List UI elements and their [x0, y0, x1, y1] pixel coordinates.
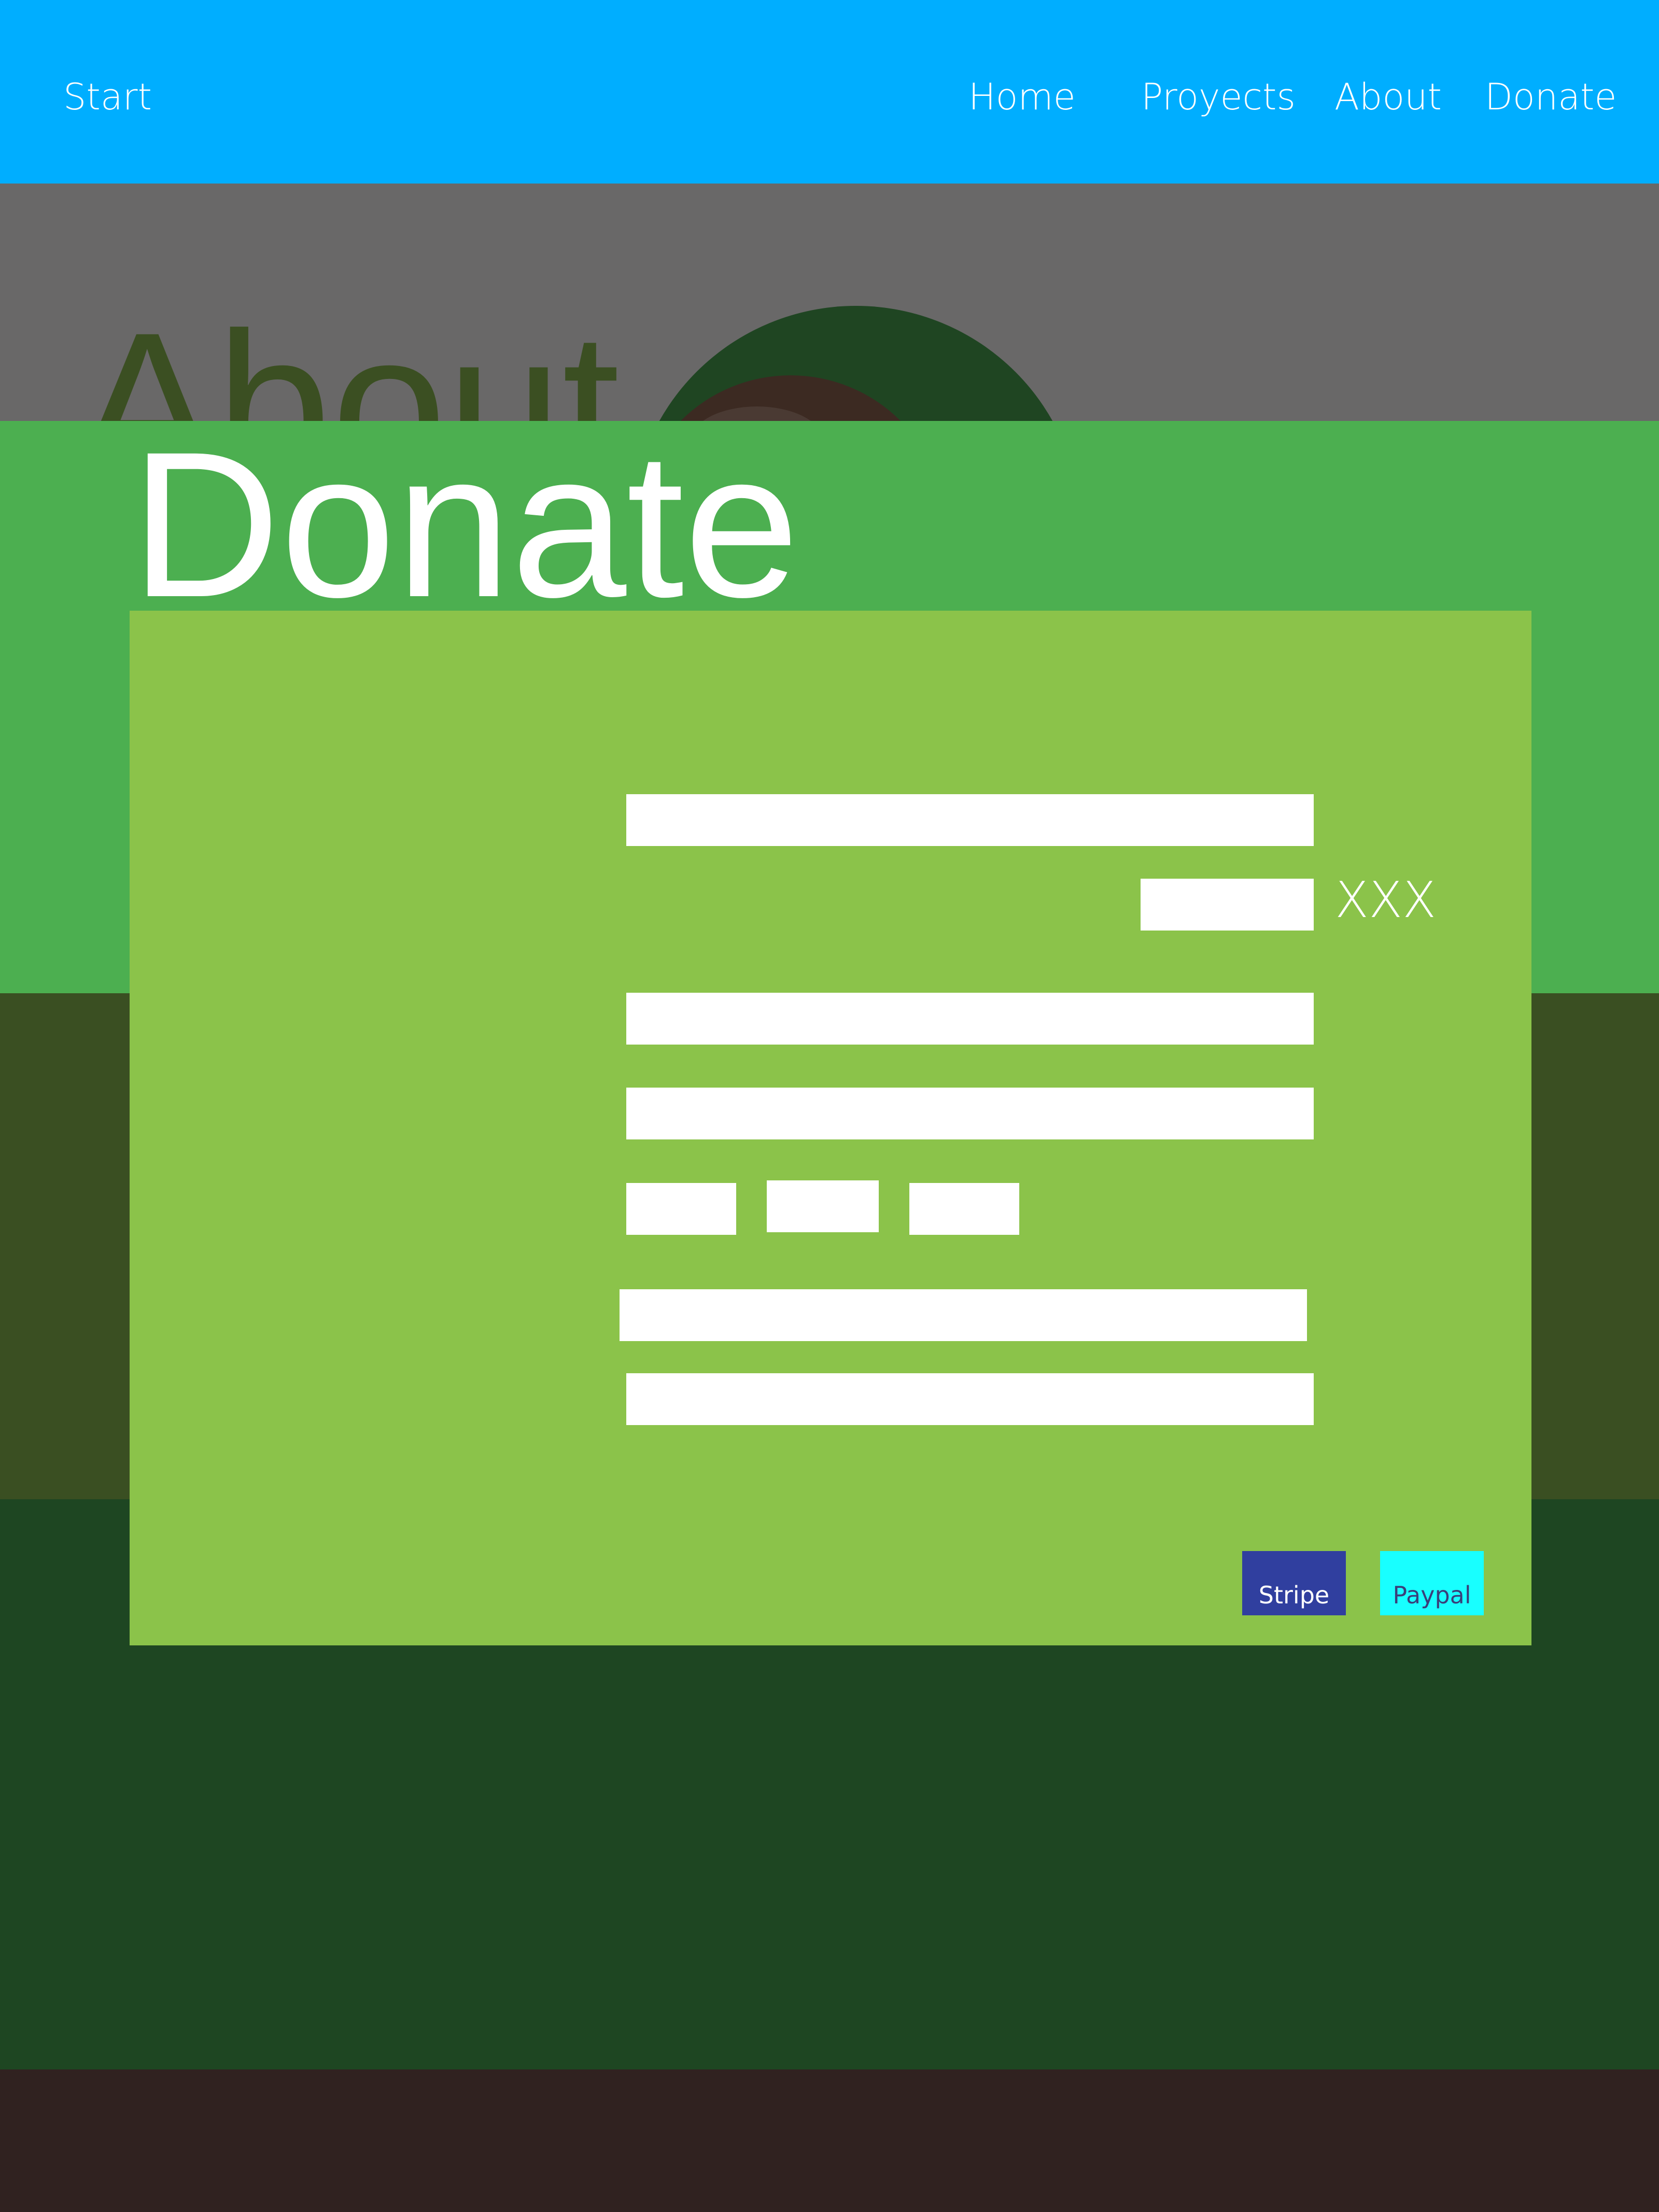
- donate-field-1[interactable]: [626, 794, 1314, 846]
- nav-link-about[interactable]: About: [1334, 79, 1442, 115]
- nav-brand-start[interactable]: Start: [63, 79, 152, 115]
- nav-link-proyects[interactable]: Proyects: [1141, 79, 1296, 115]
- donate-field-7[interactable]: [626, 1373, 1314, 1425]
- donate-heading: Donate: [131, 408, 799, 640]
- paypal-button[interactable]: Paypal: [1380, 1551, 1484, 1615]
- stripe-button[interactable]: Stripe: [1242, 1551, 1346, 1615]
- footer: [0, 2069, 1659, 2212]
- donate-amount-field[interactable]: [1141, 879, 1314, 931]
- donate-field-5c[interactable]: [909, 1183, 1019, 1235]
- donate-field-5a[interactable]: [626, 1183, 736, 1235]
- donate-field-3[interactable]: [626, 993, 1314, 1045]
- about-heading: About: [78, 289, 620, 422]
- donate-form-panel: XXX Stripe Paypal: [130, 611, 1531, 1645]
- nav-link-home[interactable]: Home: [968, 79, 1076, 115]
- top-nav-bar: Start Home Proyects About Donate: [0, 0, 1659, 184]
- nav-link-donate[interactable]: Donate: [1485, 79, 1617, 115]
- amount-suffix: XXX: [1335, 872, 1437, 929]
- donate-field-6[interactable]: [620, 1289, 1307, 1341]
- donate-field-4[interactable]: [626, 1088, 1314, 1139]
- donate-field-5b[interactable]: [767, 1180, 879, 1232]
- about-section-background: About: [0, 184, 1659, 422]
